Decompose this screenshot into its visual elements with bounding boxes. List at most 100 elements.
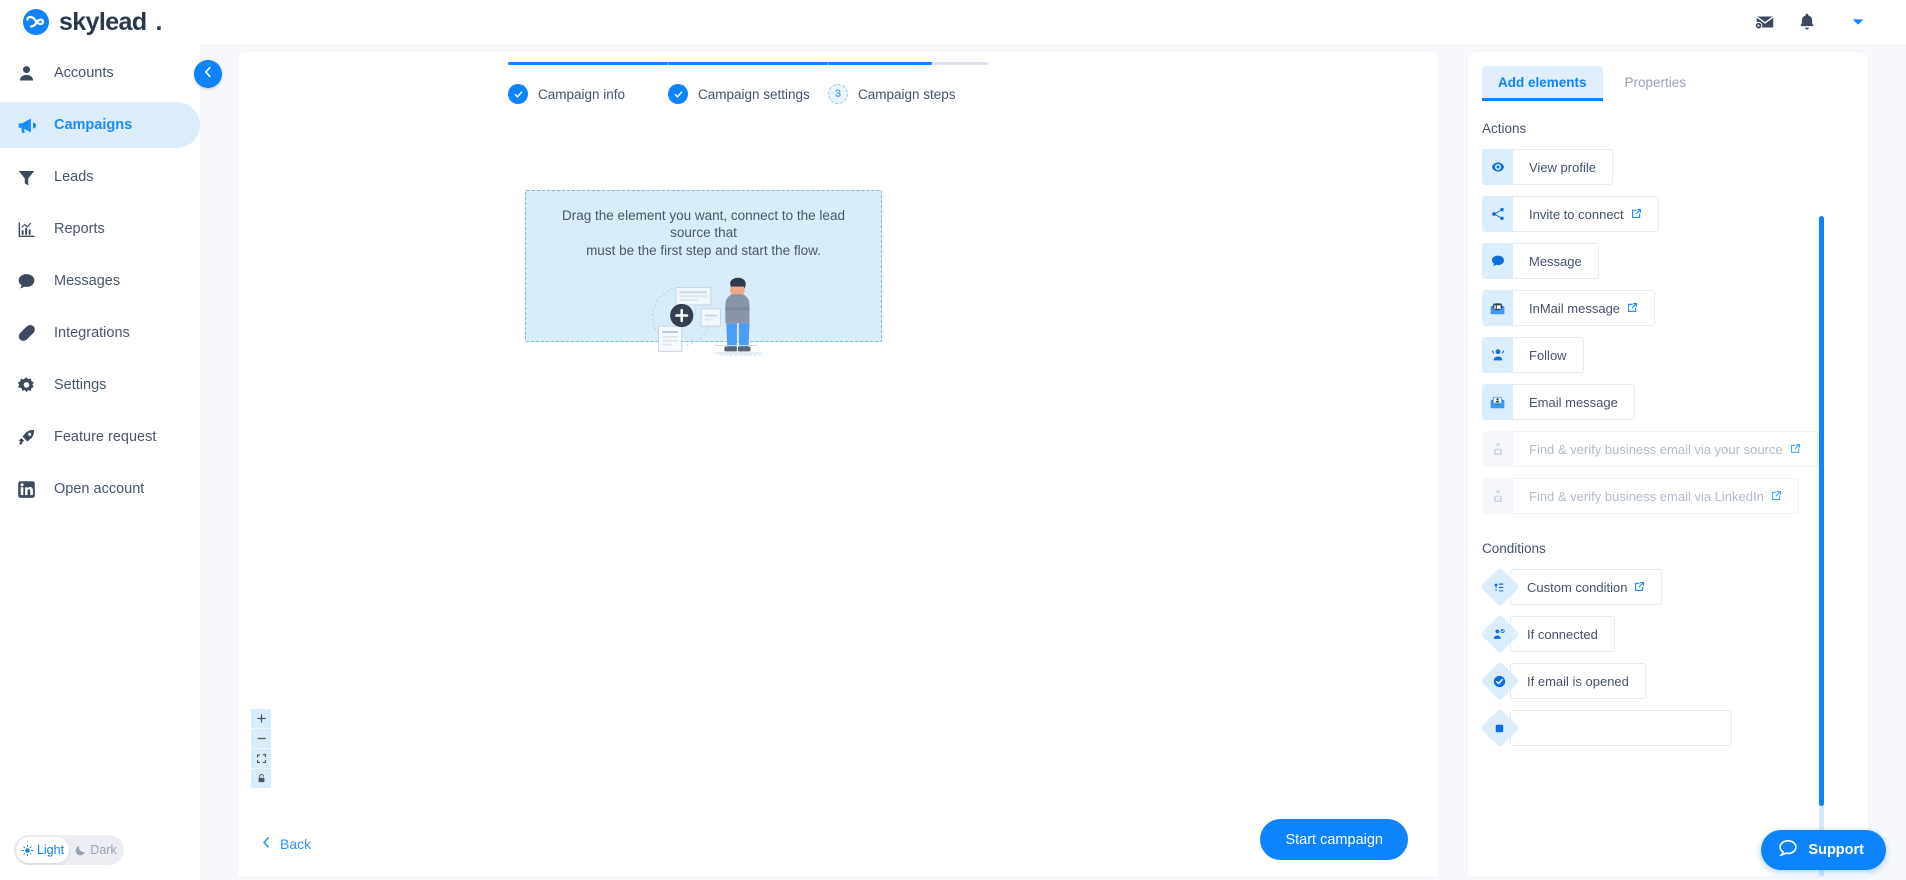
dropzone-illustration [631, 270, 777, 367]
sidebar-item-label: Leads [54, 169, 94, 185]
bar-chart-icon [14, 217, 38, 241]
condition-if-connected[interactable]: If connected [1482, 616, 1615, 652]
inmail-icon [1482, 290, 1513, 326]
sidebar-item-label: Messages [54, 273, 121, 289]
sidebar-item-label: Reports [54, 221, 105, 237]
external-link-icon[interactable] [1634, 580, 1645, 595]
chevron-left-icon [260, 836, 273, 852]
sidebar-item-messages[interactable]: Messages [0, 258, 200, 304]
left-sidebar: Accounts Campaigns Leads Reports Message… [0, 44, 200, 880]
element-find-verify-email-linkedin: Find & verify business email via LinkedI… [1482, 478, 1799, 514]
external-link-icon[interactable] [1771, 489, 1782, 504]
element-email-message[interactable]: Email message [1482, 384, 1635, 420]
flow-dropzone[interactable]: Drag the element you want, connect to th… [525, 190, 882, 356]
mail-icon[interactable] [1754, 11, 1776, 33]
step-progress-bar [508, 62, 668, 65]
dropzone-line-1: Drag the element you want, connect to th… [562, 208, 845, 241]
theme-option-dark[interactable]: Dark [69, 837, 122, 863]
elements-panel: Add elements Properties Actions View pro… [1468, 52, 1868, 876]
chat-bubble-icon [14, 269, 38, 293]
panel-scrollbar-thumb[interactable] [1819, 216, 1824, 806]
top-header: skylead . [0, 0, 1906, 44]
sidebar-item-accounts[interactable]: Accounts [0, 50, 200, 96]
element-follow[interactable]: Follow [1482, 337, 1584, 373]
theme-option-light[interactable]: Light [16, 837, 69, 863]
lock-canvas-button[interactable] [251, 769, 271, 788]
sidebar-item-feature-request[interactable]: Feature request [0, 414, 200, 460]
element-label: Invite to connect [1529, 206, 1624, 222]
element-inmail-message[interactable]: InMail message [1482, 290, 1656, 326]
element-label: Find & verify business email via your so… [1529, 441, 1783, 457]
element-label: InMail message [1529, 300, 1621, 316]
support-button[interactable]: Support [1761, 830, 1886, 870]
moon-icon [75, 845, 86, 855]
step-label: Campaign settings [698, 86, 810, 102]
theme-toggle[interactable]: Light Dark [14, 835, 124, 865]
step-campaign-steps[interactable]: 3 Campaign steps [828, 62, 988, 104]
condition-if-email-is-opened[interactable]: If email is opened [1482, 663, 1646, 699]
find-email-source-icon [1482, 431, 1513, 467]
zoom-out-button[interactable] [251, 729, 271, 748]
chevron-down-icon[interactable] [1838, 15, 1878, 29]
external-link-icon[interactable] [1790, 442, 1801, 457]
conditions-section-title: Conditions [1482, 541, 1546, 556]
step-progress-bar [668, 62, 828, 65]
brand-name: skylead [59, 7, 147, 36]
fit-to-screen-button[interactable] [251, 749, 271, 768]
rocket-icon [14, 425, 38, 449]
sidebar-item-label: Settings [54, 377, 107, 393]
element-invite-to-connect[interactable]: Invite to connect [1482, 196, 1659, 232]
if-email-opened-icon [1482, 663, 1516, 699]
element-message[interactable]: Message [1482, 243, 1599, 279]
campaign-stepper: Campaign info Campaign settings 3 Campai… [508, 62, 988, 104]
partial-condition-icon [1482, 710, 1516, 746]
element-view-profile[interactable]: View profile [1482, 149, 1613, 185]
chevron-left-icon [201, 65, 215, 84]
step-done-icon [508, 84, 528, 104]
custom-condition-icon [1482, 569, 1516, 605]
actions-section-title: Actions [1482, 121, 1527, 136]
condition-label: If connected [1527, 626, 1598, 642]
step-label: Campaign steps [858, 86, 956, 102]
external-link-icon[interactable] [1627, 301, 1638, 316]
sidebar-item-label: Open account [54, 481, 145, 497]
paperclip-icon [14, 321, 38, 345]
sidebar-item-settings[interactable]: Settings [0, 362, 200, 408]
skylead-logo-icon [22, 8, 50, 36]
panel-body: Actions View profile Invite to connect M… [1468, 101, 1868, 876]
sidebar-item-leads[interactable]: Leads [0, 154, 200, 200]
panel-scrollbar-track[interactable] [1819, 216, 1824, 876]
sidebar-item-reports[interactable]: Reports [0, 206, 200, 252]
tab-add-elements[interactable]: Add elements [1482, 66, 1603, 101]
follow-icon [1482, 337, 1513, 373]
step-campaign-settings[interactable]: Campaign settings [668, 62, 828, 104]
sidebar-collapse-button[interactable] [194, 60, 222, 88]
sidebar-item-campaigns[interactable]: Campaigns [0, 102, 200, 148]
campaign-canvas[interactable]: Campaign info Campaign settings 3 Campai… [238, 52, 1438, 876]
external-link-icon[interactable] [1631, 207, 1642, 222]
condition-custom-condition[interactable]: Custom condition [1482, 569, 1663, 605]
element-label: Message [1529, 253, 1582, 269]
condition-label: Custom condition [1527, 579, 1628, 595]
zoom-in-button[interactable] [251, 709, 271, 728]
dropzone-line-2: must be the first step and start the flo… [586, 242, 821, 258]
condition-next-partial[interactable] [1482, 710, 1732, 746]
support-label: Support [1808, 842, 1864, 858]
back-button[interactable]: Back [260, 836, 311, 852]
step-campaign-info[interactable]: Campaign info [508, 62, 668, 104]
header-actions [1754, 11, 1906, 33]
sidebar-item-integrations[interactable]: Integrations [0, 310, 200, 356]
brand-logo[interactable]: skylead . [22, 8, 163, 37]
bell-icon[interactable] [1796, 11, 1818, 33]
condition-label: If email is opened [1527, 673, 1629, 689]
start-campaign-button[interactable]: Start campaign [1260, 819, 1408, 860]
linkedin-icon [14, 477, 38, 501]
theme-dark-label: Dark [90, 843, 117, 857]
sun-icon [21, 844, 34, 856]
element-label: View profile [1529, 159, 1596, 175]
panel-tabs: Add elements Properties [1468, 52, 1868, 101]
megaphone-icon [14, 113, 38, 137]
canvas-zoom-controls [251, 709, 271, 788]
sidebar-item-open-account[interactable]: Open account [0, 466, 200, 512]
tab-properties[interactable]: Properties [1609, 66, 1703, 101]
